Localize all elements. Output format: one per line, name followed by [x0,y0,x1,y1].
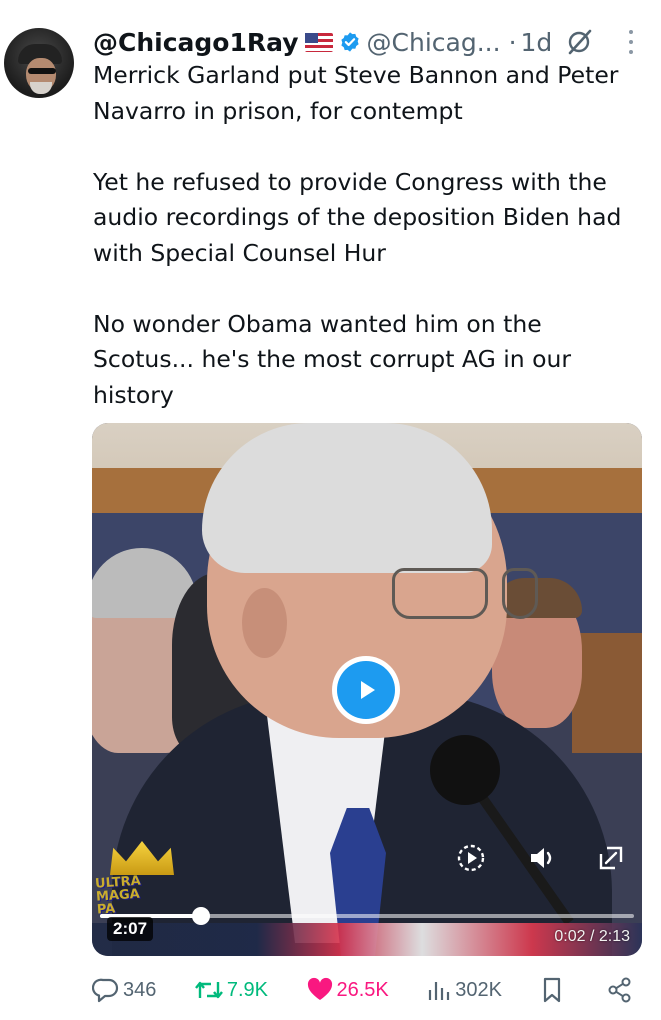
scrub-preview-time: 2:07 [107,917,154,941]
display-name[interactable]: @Chicago1Ray [93,28,299,57]
play-button[interactable] [332,656,400,724]
reply-icon [92,978,119,1003]
share-button[interactable] [606,976,637,1004]
fullscreen-icon[interactable] [594,841,628,875]
bookmark-button[interactable] [539,976,568,1004]
handle[interactable]: @Chicag... [367,28,501,57]
tweet-paragraph: No wonder Obama wanted him on the Scotus… [93,309,572,409]
view-count: 302K [455,978,502,1001]
retweet-count: 7.9K [226,978,269,1001]
share-icon [608,977,631,1003]
views-icon [429,982,450,1000]
avatar[interactable] [4,28,74,98]
retweet-button[interactable]: 7.9K [194,976,268,1004]
verified-badge-icon[interactable] [339,31,361,53]
tweet-paragraph: Yet he refused to provide Congress with … [93,167,622,267]
retweet-icon [194,981,223,999]
like-button[interactable]: 26.5K [306,976,389,1004]
like-count: 26.5K [336,978,389,1001]
like-icon [307,977,332,1000]
play-icon [361,681,375,699]
reply-button[interactable]: 346 [92,976,156,1004]
separator-dot: · [508,27,517,57]
timestamp[interactable]: 1d [521,28,553,57]
action-bar: 346 7.9K 26.5K 302K [92,972,637,1008]
tweet-header: @Chicago1Ray @Chicag... · 1d [93,24,641,60]
replay-icon[interactable] [454,841,488,875]
video-player[interactable]: ULTRA MAGA PA 2:07 0:02 / 2:13 [92,423,642,956]
tweet-text: Merrick Garland put Steve Bannon and Pet… [93,58,648,413]
tweet-paragraph: Merrick Garland put Steve Bannon and Pet… [93,61,619,125]
time-readout: 0:02 / 2:13 [554,928,630,945]
grok-icon[interactable] [564,27,594,57]
progress-bar[interactable] [100,907,634,925]
us-flag-icon [304,32,333,52]
volume-icon[interactable] [525,841,559,875]
reply-count: 346 [123,978,157,1001]
more-icon[interactable] [621,30,641,54]
bookmark-icon [544,977,561,1003]
views-button[interactable]: 302K [426,976,502,1004]
